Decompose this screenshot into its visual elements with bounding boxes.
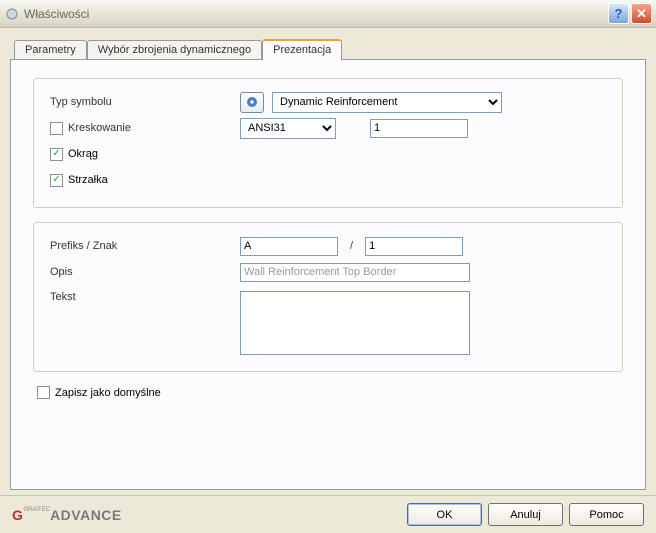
prefix-number-input[interactable]: [365, 237, 463, 256]
tab-parameters[interactable]: Parametry: [14, 40, 87, 59]
ok-button[interactable]: OK: [407, 503, 482, 526]
close-icon[interactable]: ✕: [631, 3, 652, 24]
checkbox-icon: ✓: [50, 174, 63, 187]
checkbox-icon: [50, 122, 63, 135]
titlebar: Właściwości ? ✕: [0, 0, 656, 28]
prefix-label: Prefiks / Znak: [50, 240, 240, 252]
hatch-checkbox[interactable]: Kreskowanie: [50, 122, 240, 135]
app-icon: [4, 6, 20, 22]
description-label: Opis: [50, 266, 240, 278]
checkbox-icon: [37, 386, 50, 399]
content-area: Parametry Wybór zbrojenia dynamicznego P…: [0, 28, 656, 495]
tab-presentation[interactable]: Prezentacja: [262, 39, 342, 60]
circle-label: Okrąg: [68, 148, 98, 160]
hatch-pattern-select[interactable]: ANSI31: [240, 118, 336, 139]
footer: GGRAITECADVANCE OK Anuluj Pomoc: [0, 495, 656, 533]
save-default-checkbox[interactable]: Zapisz jako domyślne: [37, 386, 161, 399]
cancel-button[interactable]: Anuluj: [488, 503, 563, 526]
separator-slash: /: [350, 240, 353, 252]
arrow-label: Strzałka: [68, 174, 108, 186]
save-default-label: Zapisz jako domyślne: [55, 387, 161, 399]
description-input: [240, 263, 470, 282]
browse-icon: [245, 95, 259, 109]
tab-strip: Parametry Wybór zbrojenia dynamicznego P…: [14, 38, 646, 59]
circle-checkbox[interactable]: ✓ Okrąg: [50, 148, 98, 161]
symbol-type-select[interactable]: Dynamic Reinforcement: [272, 92, 502, 113]
checkbox-icon: ✓: [50, 148, 63, 161]
symbol-group: Typ symbolu Dynamic Reinforcement: [33, 78, 623, 208]
prefix-input[interactable]: [240, 237, 338, 256]
tab-body: Typ symbolu Dynamic Reinforcement: [10, 59, 646, 490]
help-icon[interactable]: ?: [608, 3, 629, 24]
tab-dynamic-selection[interactable]: Wybór zbrojenia dynamicznego: [87, 40, 262, 59]
brand-logo: GGRAITECADVANCE: [12, 507, 122, 523]
hatch-label: Kreskowanie: [68, 122, 131, 134]
text-input[interactable]: [240, 291, 470, 355]
text-label: Tekst: [50, 291, 240, 303]
symbol-browse-button[interactable]: [240, 92, 264, 113]
hatch-scale-input[interactable]: [370, 119, 468, 138]
text-group: Prefiks / Znak / Opis Tekst: [33, 222, 623, 372]
window-title: Właściwości: [24, 7, 608, 21]
symbol-type-label: Typ symbolu: [50, 96, 240, 108]
help-button[interactable]: Pomoc: [569, 503, 644, 526]
arrow-checkbox[interactable]: ✓ Strzałka: [50, 174, 108, 187]
